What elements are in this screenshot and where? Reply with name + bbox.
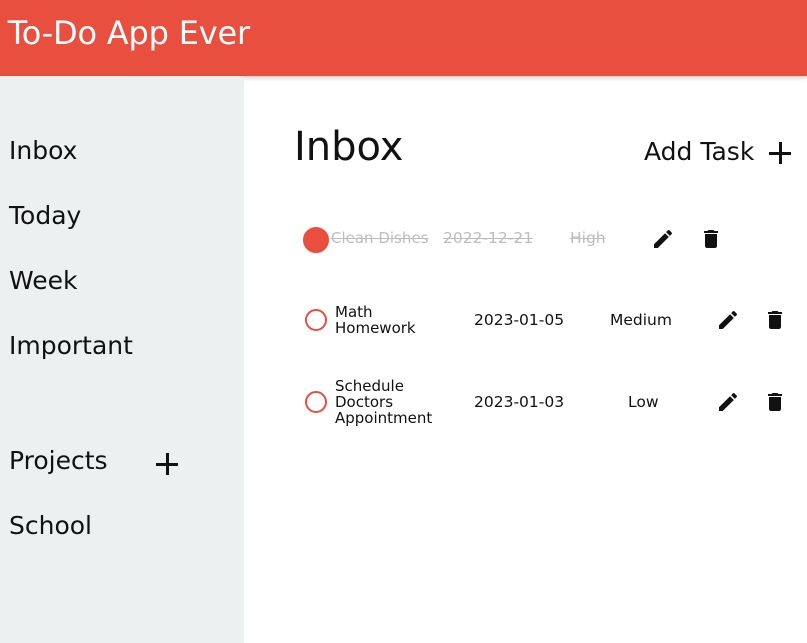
trash-icon[interactable] [763, 308, 787, 332]
plus-icon [769, 142, 791, 164]
projects-heading: Projects [9, 446, 108, 475]
pencil-icon[interactable] [651, 227, 675, 251]
task-date: 2022-12-21 [443, 229, 534, 247]
pencil-icon[interactable] [716, 390, 740, 414]
task-date: 2023-01-03 [474, 393, 565, 411]
sidebar: Inbox Today Week Important Projects Scho… [0, 76, 244, 643]
task-complete-checkbox[interactable] [305, 391, 327, 413]
task-complete-checkbox[interactable] [303, 227, 329, 253]
add-project-plus-icon[interactable] [156, 453, 178, 475]
app-header: st To-Do App Ever [0, 0, 807, 76]
trash-icon[interactable] [699, 227, 723, 251]
task-name: Schedule Doctors Appointment [335, 377, 433, 427]
sidebar-item-today[interactable]: Today [9, 201, 81, 230]
sidebar-item-project-school[interactable]: School [9, 511, 92, 540]
page-title: Inbox [294, 124, 404, 170]
task-priority: Medium [610, 311, 672, 329]
task-complete-checkbox[interactable] [305, 309, 327, 331]
task-priority: High [570, 229, 606, 247]
task-priority: Low [628, 393, 659, 411]
task-row: Clean Dishes 2022-12-21 High [300, 212, 800, 272]
task-name: Clean Dishes [331, 229, 429, 247]
task-row: Schedule Doctors Appointment 2023-01-03 … [300, 372, 800, 432]
task-name: Math Homework [335, 303, 416, 337]
sidebar-item-inbox[interactable]: Inbox [9, 136, 77, 165]
trash-icon[interactable] [763, 390, 787, 414]
add-task-label: Add Task [644, 137, 755, 166]
task-row: Math Homework 2023-01-05 Medium [300, 290, 800, 350]
task-date: 2023-01-05 [474, 311, 565, 329]
sidebar-item-week[interactable]: Week [9, 266, 78, 295]
sidebar-item-important[interactable]: Important [9, 331, 133, 360]
app-title: st To-Do App Ever [0, 14, 250, 52]
pencil-icon[interactable] [716, 308, 740, 332]
